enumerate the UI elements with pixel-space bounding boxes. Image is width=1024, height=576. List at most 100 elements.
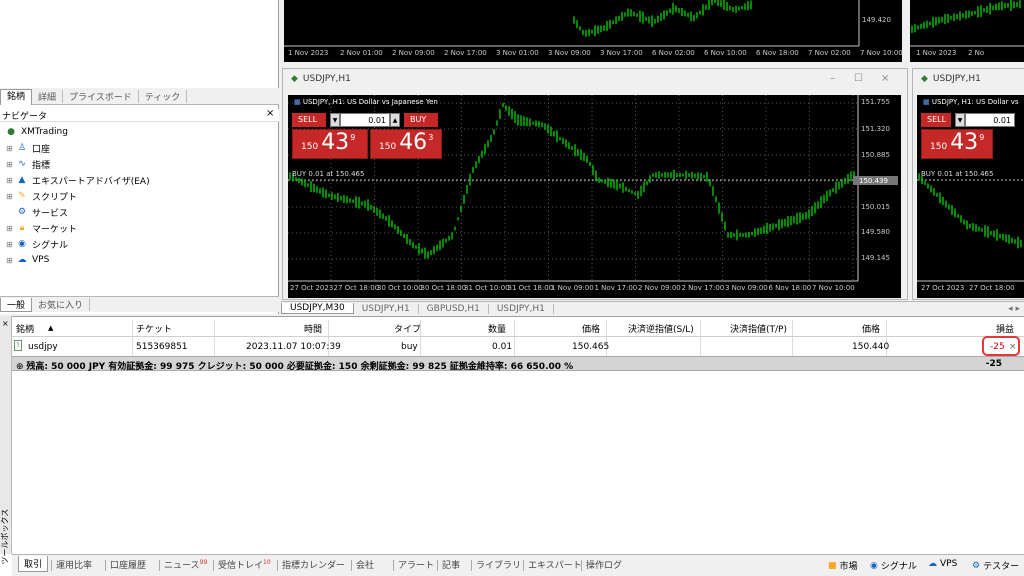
market-icon: 🔒︎ xyxy=(19,223,25,233)
main-chart[interactable]: ▦ USDJPY, H1: US Dollar vs Japanese Yen … xyxy=(288,95,901,298)
tree-item-accounts[interactable]: ⊞ ♙ 口座 xyxy=(0,140,50,156)
terminal-tab[interactable]: 口座履歴 xyxy=(110,558,146,571)
tab-common[interactable]: 一般 xyxy=(0,297,33,312)
tab-price-board[interactable]: プライスボード xyxy=(63,89,139,103)
toolbox-label: ツールボックス xyxy=(0,508,10,565)
terminal-tab[interactable]: 運用比率 xyxy=(56,558,92,571)
ask-price-button[interactable]: 150 46 3 xyxy=(370,129,442,159)
col-ticket[interactable]: チケット xyxy=(136,322,172,335)
status-signals[interactable]: ◉ シグナル xyxy=(870,559,917,573)
terminal-tab[interactable]: 指標カレンダー xyxy=(282,558,345,571)
terminal-tab[interactable]: ライブラリ xyxy=(476,558,521,571)
tree-root-xmtrading[interactable]: ● XMTrading xyxy=(0,124,68,140)
col-time[interactable]: 時間 xyxy=(304,322,322,335)
terminal-tab[interactable]: 受信トレイ10 xyxy=(218,558,271,571)
terminal-tab[interactable]: 操作ログ xyxy=(586,558,622,571)
tab-favorites[interactable]: お気に入り xyxy=(32,298,91,311)
col-volume[interactable]: 数量 xyxy=(488,322,506,335)
ask-pipette: 3 xyxy=(428,133,434,142)
col-current-price[interactable]: 価格 xyxy=(862,322,880,335)
col-take-profit[interactable]: 決済指値(T/P) xyxy=(730,322,787,335)
tab-ticks[interactable]: ティック xyxy=(139,89,188,103)
col-stop-loss[interactable]: 決済逆指値(S/L) xyxy=(628,322,694,335)
tree-item-market[interactable]: ⊞ 🔒︎ マーケット xyxy=(0,220,77,236)
minimize-button[interactable]: – xyxy=(830,73,835,84)
lot-size-input[interactable]: 0.01 xyxy=(965,113,1015,127)
buy-button[interactable]: BUY xyxy=(404,113,438,127)
window-title-bar[interactable]: ◆ USDJPY,H1 xyxy=(921,74,981,84)
time-tick: 31 Oct 18:00 xyxy=(507,284,554,292)
tab-symbols[interactable]: 銘柄 xyxy=(0,89,33,105)
tab-separator xyxy=(581,560,582,571)
tree-item-label: サービス xyxy=(32,208,69,219)
tab-usdjpy-m30[interactable]: USDJPY,M30 xyxy=(281,303,354,314)
tab-details[interactable]: 詳細 xyxy=(32,89,64,103)
status-market[interactable]: ■ 市場 xyxy=(828,559,858,573)
terminal-tab[interactable]: エキスパート xyxy=(528,558,582,571)
top-right-chart[interactable]: 1 Nov 2023 2 No xyxy=(910,0,1024,62)
row-volume: 0.01 xyxy=(492,342,513,352)
tree-item-vps[interactable]: ⊞ ☁ VPS xyxy=(0,252,49,268)
tab-usdjpy-h1-2[interactable]: USDJPY,H1 xyxy=(489,303,554,314)
window-title-bar[interactable]: ◆ USDJPY,H1 xyxy=(291,74,351,84)
right-chart[interactable]: ▦ USDJPY, H1: US Dollar vs SELL ▼ 0.01 1… xyxy=(917,95,1024,298)
lot-increase-arrow[interactable]: ▲ xyxy=(390,113,400,127)
top-chart[interactable]: 149.420 1 Nov 2023 2 Nov 01:00 2 Nov 09:00… xyxy=(284,0,903,62)
tree-item-label: エキスパートアドバイザ(EA) xyxy=(32,176,150,187)
col-symbol[interactable]: 銘柄 xyxy=(16,322,34,335)
tab-separator xyxy=(213,560,214,571)
time-tick: 2 Nov 09:00 xyxy=(638,284,681,292)
lot-size-input[interactable]: 0.01 xyxy=(340,113,390,127)
terminal-tab[interactable]: 記事 xyxy=(442,558,460,571)
expand-icon[interactable]: ⊞ xyxy=(6,240,15,249)
status-vps[interactable]: ☁ VPS xyxy=(928,559,957,569)
tab-separator xyxy=(351,560,352,571)
row-current-price: 150.440 xyxy=(852,342,890,352)
expand-icon[interactable]: ⊞ xyxy=(6,160,15,169)
bid-prefix: 150 xyxy=(301,142,319,152)
row-ticket: 515369851 xyxy=(136,342,188,352)
tab-badge: 10 xyxy=(263,559,271,566)
bid-price-button[interactable]: 150 43 9 xyxy=(292,129,368,159)
terminal-tab[interactable]: 取引 xyxy=(18,556,49,572)
terminal-tab[interactable]: ニュース99 xyxy=(164,558,207,571)
status-tester[interactable]: ⚙ テスター xyxy=(972,559,1019,573)
col-type[interactable]: タイプ xyxy=(394,322,421,335)
expand-icon[interactable]: ⊞ xyxy=(6,176,15,185)
col-profit[interactable]: 損益 xyxy=(996,322,1014,335)
terminal-tab[interactable]: アラート xyxy=(398,558,434,571)
expand-icon[interactable]: ⊞ xyxy=(6,224,15,233)
expand-icon[interactable]: ⊕ xyxy=(16,362,26,372)
tree-item-services[interactable]: ⚙ サービス xyxy=(0,204,68,220)
close-window-button[interactable]: × xyxy=(881,73,889,84)
lot-decrease-arrow[interactable]: ▼ xyxy=(330,113,340,127)
tab-usdjpy-h1[interactable]: USDJPY,H1 xyxy=(354,303,419,314)
bid-price-button[interactable]: 150 43 9 xyxy=(921,129,993,159)
tree-item-indicators[interactable]: ⊞ ∿ 指標 xyxy=(0,156,50,172)
bid-pipette: 9 xyxy=(350,133,356,142)
tree-item-scripts[interactable]: ⊞ ✎ スクリプト xyxy=(0,188,77,204)
navigator-close-button[interactable]: × xyxy=(266,108,274,119)
flag-icon: ▦ xyxy=(923,98,930,106)
expand-icon[interactable]: ⊞ xyxy=(6,256,15,265)
expand-icon[interactable]: ⊞ xyxy=(6,192,15,201)
maximize-button[interactable]: ☐ xyxy=(854,73,863,84)
time-tick: 7 Nov 10:00 xyxy=(812,284,855,292)
terminal-tab[interactable]: 会社 xyxy=(356,558,374,571)
chart-window-icon: ◆ xyxy=(291,74,298,84)
expand-icon[interactable]: ⊞ xyxy=(6,144,15,153)
time-tick: 2 No xyxy=(968,49,985,57)
sell-button[interactable]: SELL xyxy=(921,113,951,127)
buy-line-label: BUY 0.01 at 150.465 xyxy=(921,170,994,178)
tab-scroll-arrows[interactable]: ◂ ▸ xyxy=(1000,304,1024,314)
sell-button[interactable]: SELL xyxy=(292,113,326,127)
tree-item-signals[interactable]: ⊞ ◉ シグナル xyxy=(0,236,68,252)
toolbox-close-button[interactable]: × xyxy=(2,319,9,328)
lot-decrease-arrow[interactable]: ▼ xyxy=(955,113,965,127)
col-price[interactable]: 価格 xyxy=(582,322,600,335)
current-price-label: 150.439 xyxy=(859,177,888,185)
tab-gbpusd-h1[interactable]: GBPUSD,H1 xyxy=(419,303,489,314)
tab-separator xyxy=(437,560,438,571)
market-lock-icon: ■ xyxy=(828,560,837,571)
tree-item-expert-advisors[interactable]: ⊞ ▲ エキスパートアドバイザ(EA) xyxy=(0,172,150,188)
